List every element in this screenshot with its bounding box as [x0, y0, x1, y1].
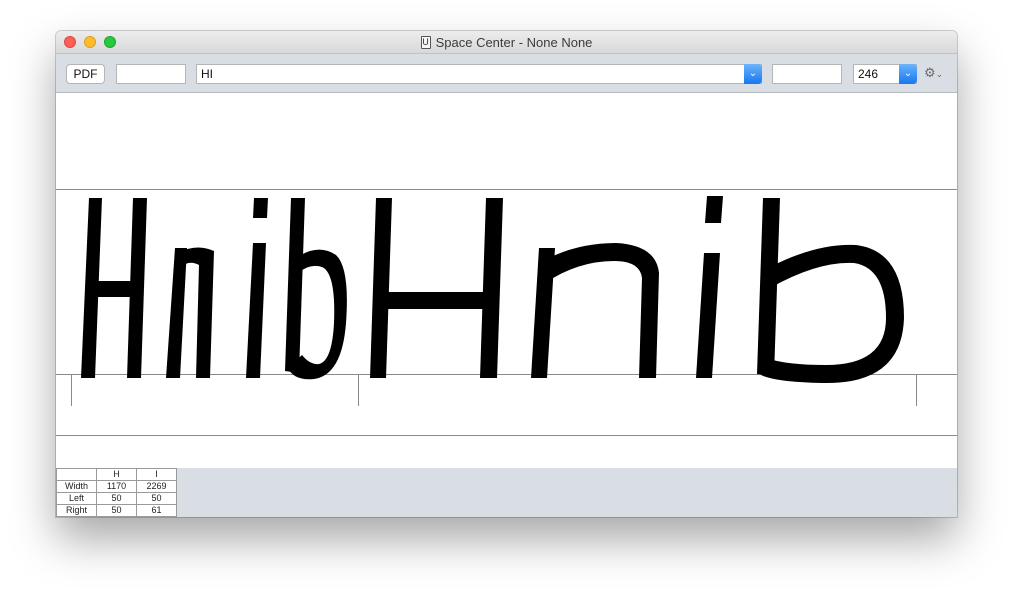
glyph-i-wide[interactable]	[696, 196, 723, 378]
glyph-b-wide[interactable]	[757, 198, 904, 384]
glyph-b-narrow[interactable]	[285, 198, 347, 380]
metrics-cell[interactable]: 50	[136, 492, 177, 505]
title-bar[interactable]: U Space Center - None None	[56, 31, 957, 54]
pdf-button[interactable]: PDF	[66, 64, 105, 84]
metrics-header-row: H I	[56, 468, 177, 481]
glyph-n-wide[interactable]	[531, 243, 659, 378]
document-icon: U	[420, 35, 431, 49]
metrics-row-label: Right	[56, 504, 97, 517]
metrics-row-label: Left	[56, 492, 97, 505]
metrics-cell[interactable]: 61	[136, 504, 177, 517]
glyph-i-narrow[interactable]	[246, 198, 268, 378]
metrics-cell[interactable]: 50	[96, 492, 137, 505]
metrics-panel: H I Width 1170 2269 Left 50 50 Right 50 …	[56, 468, 957, 517]
text-combo-value: HI	[201, 67, 213, 81]
toolbar: PDF HI ⌄ 246 ⌄ ⚙⌄	[56, 54, 957, 93]
gear-menu-button[interactable]: ⚙⌄	[924, 64, 950, 84]
metrics-corner	[56, 468, 97, 481]
glyph-n-narrow[interactable]	[166, 247, 214, 378]
space-center-window: U Space Center - None None PDF HI ⌄ 246 …	[56, 31, 957, 517]
metrics-cell[interactable]: 1170	[96, 480, 137, 493]
window-title: Space Center - None None	[435, 34, 593, 50]
metrics-table: H I Width 1170 2269 Left 50 50 Right 50 …	[56, 468, 177, 517]
metrics-cell[interactable]: 2269	[136, 480, 177, 493]
size-combo-value: 246	[858, 67, 879, 81]
glyph-canvas[interactable]	[56, 93, 957, 468]
metrics-column-header: H	[96, 468, 137, 481]
size-combo[interactable]: 246 ⌄	[853, 64, 917, 84]
metrics-cell[interactable]: 50	[96, 504, 137, 517]
text-combo[interactable]: HI ⌄	[196, 64, 762, 84]
metrics-column-header: I	[136, 468, 177, 481]
metrics-row-label: Width	[56, 480, 97, 493]
glyph-h-narrow[interactable]	[81, 198, 147, 378]
gear-icon: ⚙	[924, 66, 936, 81]
metrics-row: Left 50 50	[56, 492, 177, 505]
pre-text-field[interactable]	[116, 64, 186, 84]
metrics-row: Right 50 61	[56, 504, 177, 517]
metrics-row: Width 1170 2269	[56, 480, 177, 493]
window-title-group: U Space Center - None None	[56, 31, 957, 53]
chevron-down-icon: ⌄	[935, 70, 944, 80]
glyph-preview	[81, 196, 904, 384]
glyph-h-wide[interactable]	[370, 198, 503, 378]
after-text-field[interactable]	[772, 64, 842, 84]
chevron-down-icon[interactable]: ⌄	[744, 64, 762, 84]
chevron-down-icon[interactable]: ⌄	[899, 64, 917, 84]
